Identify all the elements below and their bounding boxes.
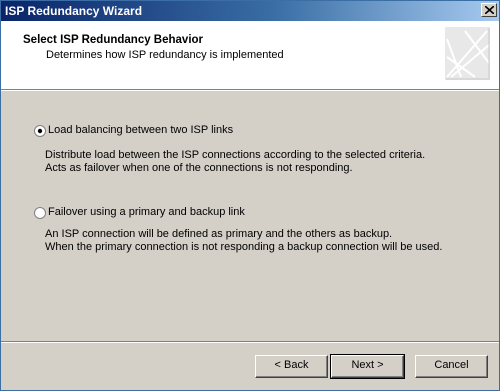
- description-line: Acts as failover when one of the connect…: [45, 162, 353, 174]
- radio-failover[interactable]: [34, 207, 46, 219]
- wizard-window: ISP Redundancy Wizard Select ISP Redunda…: [0, 0, 500, 391]
- option-description-failover: An ISP connection will be defined as pri…: [45, 228, 442, 254]
- back-button[interactable]: < Back: [255, 355, 328, 378]
- radio-load-balancing[interactable]: [34, 125, 46, 137]
- page-subtitle: Determines how ISP redundancy is impleme…: [46, 49, 284, 61]
- close-button[interactable]: [481, 3, 497, 17]
- option-label-load-balancing[interactable]: Load balancing between two ISP links: [48, 124, 233, 136]
- option-description-load-balancing: Distribute load between the ISP connecti…: [45, 149, 425, 175]
- window-title: ISP Redundancy Wizard: [5, 4, 143, 18]
- description-line: Distribute load between the ISP connecti…: [45, 149, 426, 161]
- next-button[interactable]: Next >: [330, 354, 405, 379]
- title-bar[interactable]: ISP Redundancy Wizard: [1, 1, 499, 21]
- wizard-header: Select ISP Redundancy Behavior Determine…: [1, 21, 499, 89]
- description-line: An ISP connection will be defined as pri…: [45, 228, 393, 240]
- footer-divider: [1, 341, 499, 343]
- header-divider: [1, 89, 499, 91]
- cancel-button[interactable]: Cancel: [415, 355, 488, 378]
- wizard-logo-icon: [445, 27, 490, 80]
- close-icon: [485, 6, 494, 14]
- description-line: When the primary connection is not respo…: [45, 241, 443, 253]
- page-title: Select ISP Redundancy Behavior: [23, 34, 204, 46]
- option-label-failover[interactable]: Failover using a primary and backup link: [48, 206, 245, 218]
